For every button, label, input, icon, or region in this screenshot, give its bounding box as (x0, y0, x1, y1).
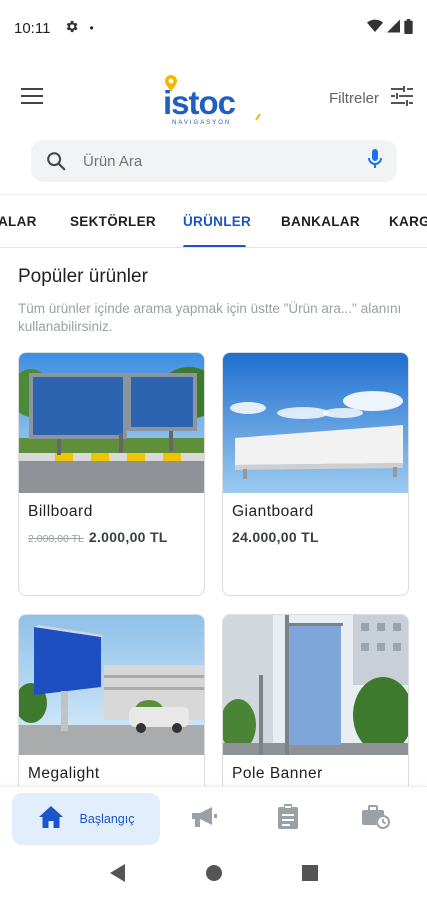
nav-item-business[interactable] (348, 793, 404, 845)
filter-button[interactable]: Filtreler (328, 85, 413, 111)
megaphone-icon (190, 805, 218, 834)
microphone-icon[interactable] (367, 148, 383, 175)
wifi-icon (367, 19, 383, 37)
tab-bankalar[interactable]: BANKALAR (281, 195, 360, 247)
product-card-pole-banner[interactable]: Pole Banner (222, 614, 409, 786)
notification-dot: • (89, 21, 94, 35)
product-image-giantboard (223, 353, 408, 493)
battery-icon (404, 18, 413, 38)
tab-urunler[interactable]: ÜRÜNLER (183, 195, 251, 247)
product-card-megalight[interactable]: Megalight (18, 614, 205, 786)
product-card-giantboard[interactable]: Giantboard 24.000,00 TL (222, 352, 409, 596)
nav-item-orders[interactable] (260, 793, 316, 845)
product-name: Giantboard (232, 503, 314, 520)
status-time: 10:11 (14, 19, 51, 37)
search-input[interactable] (83, 152, 367, 170)
old-price: 2.000,00 TL (28, 533, 84, 545)
svg-text:NAVIGASYON: NAVIGASYON (172, 120, 231, 126)
briefcase-clock-icon (361, 804, 391, 835)
app-bar: istoc NAVIGASYON Filtreler (0, 66, 427, 130)
recents-square-icon[interactable] (301, 864, 318, 886)
product-name: Megalight (28, 765, 100, 782)
search-icon (45, 150, 67, 172)
hamburger-menu-icon (21, 87, 43, 109)
back-icon[interactable] (109, 863, 126, 887)
search-bar[interactable] (31, 140, 397, 182)
product-name: Pole Banner (232, 765, 323, 782)
section-description: Tüm ürünler içinde arama yapmak için üst… (18, 301, 402, 334)
cell-signal-icon (387, 19, 400, 37)
menu-button[interactable] (18, 84, 46, 112)
svg-text:istoc: istoc (163, 84, 236, 121)
product-image-billboard (19, 353, 204, 493)
nav-label-home: Başlangıç (79, 812, 135, 826)
product-price: 24.000,00 TL (232, 529, 319, 545)
product-card-billboard[interactable]: Billboard 2.000,00 TL 2.000,00 TL (18, 352, 205, 596)
app-logo: istoc NAVIGASYON (160, 70, 270, 126)
tab-sektorler[interactable]: SEKTÖRLER (70, 195, 156, 247)
filter-label: Filtreler (328, 89, 379, 107)
product-name: Billboard (28, 503, 93, 520)
status-bar: 10:11 • (0, 0, 427, 56)
product-image-megalight (19, 615, 204, 755)
tab-alar[interactable]: ALAR (0, 195, 37, 247)
home-circle-icon[interactable] (205, 864, 223, 887)
price-row: 24.000,00 TL (232, 529, 319, 545)
active-tab-indicator (183, 245, 246, 247)
price-row: 2.000,00 TL 2.000,00 TL (28, 529, 168, 545)
clipboard-icon (277, 803, 299, 835)
category-tabs: ALAR SEKTÖRLER ÜRÜNLER BANKALAR KARG (0, 194, 427, 248)
nav-item-campaigns[interactable] (176, 793, 232, 845)
home-icon (38, 805, 64, 834)
bottom-navigation: Başlangıç (0, 786, 427, 850)
tune-sliders-icon (391, 85, 413, 111)
nav-item-home[interactable]: Başlangıç (12, 793, 160, 845)
tab-kargo[interactable]: KARG (389, 195, 427, 247)
section-title: Popüler ürünler (18, 266, 148, 287)
product-image-pole-banner (223, 615, 408, 755)
settings-gear-icon (64, 19, 79, 38)
system-navigation-bar (0, 850, 427, 900)
product-price: 2.000,00 TL (88, 529, 168, 545)
